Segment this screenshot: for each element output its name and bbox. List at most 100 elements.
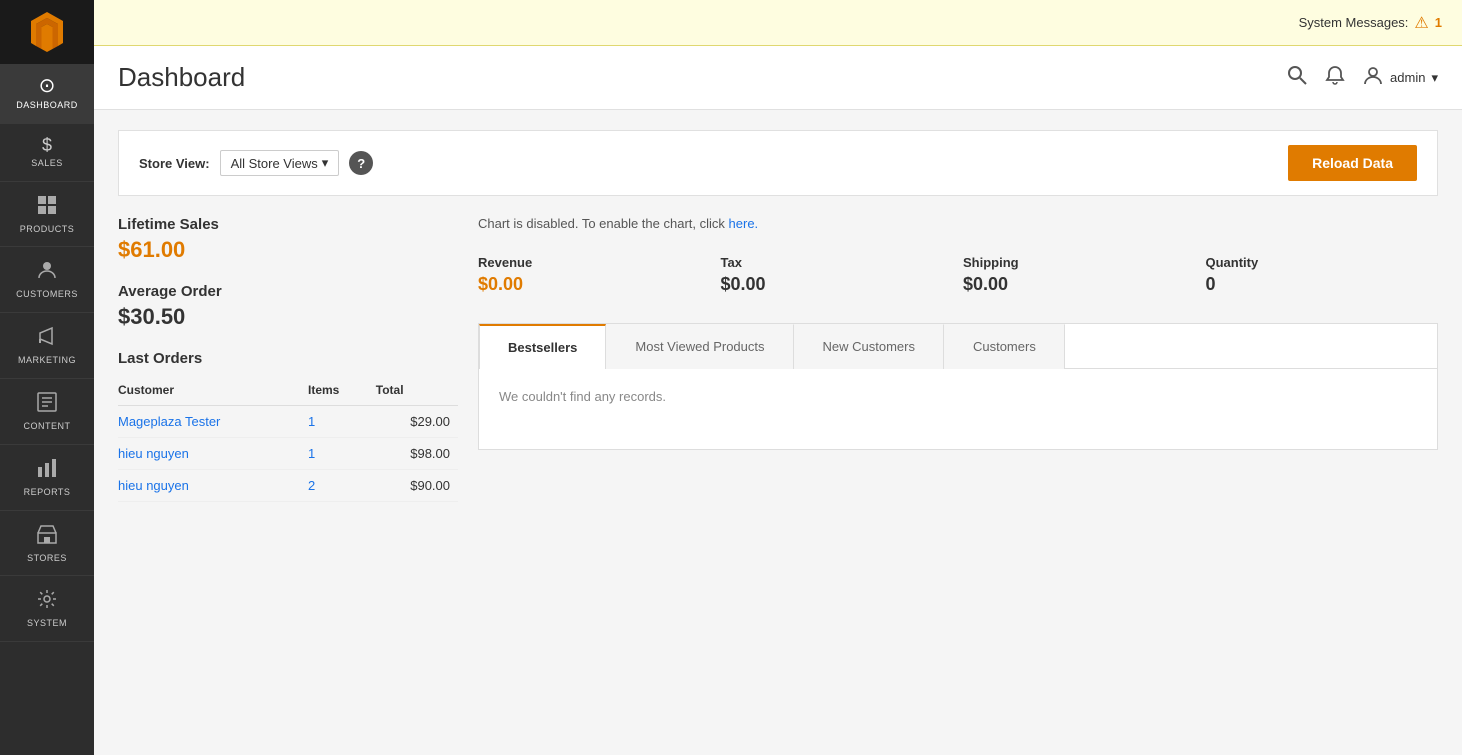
order-total: $29.00: [376, 406, 458, 438]
col-items: Items: [308, 379, 376, 406]
dashboard-icon: ⊙: [39, 76, 56, 96]
table-row: hieu nguyen 1 $98.00: [118, 438, 458, 470]
order-customer[interactable]: hieu nguyen: [118, 438, 308, 470]
lifetime-sales-block: Lifetime Sales $61.00: [118, 216, 458, 263]
tab-new-customers[interactable]: New Customers: [794, 324, 944, 369]
sidebar-item-system-label: SYSTEM: [27, 618, 67, 629]
order-total: $90.00: [376, 470, 458, 502]
customers-icon: [36, 259, 58, 285]
store-view-label: Store View:: [139, 156, 210, 171]
sidebar-item-reports[interactable]: REPORTS: [0, 445, 94, 511]
store-view-bar: Store View: All Store Views ▾ ? Reload D…: [118, 130, 1438, 196]
order-items[interactable]: 2: [308, 470, 376, 502]
average-order-label: Average Order: [118, 283, 458, 300]
tab-most-viewed[interactable]: Most Viewed Products: [606, 324, 793, 369]
sidebar-item-marketing-label: MARKETING: [18, 355, 76, 366]
tax-value: $0.00: [721, 274, 954, 295]
sidebar-item-products[interactable]: PRODUCTS: [0, 182, 94, 248]
last-orders-title: Last Orders: [118, 350, 458, 367]
last-orders-block: Last Orders Customer Items Total Magepla…: [118, 350, 458, 502]
revenue-stat: Revenue $0.00: [478, 247, 711, 303]
chart-enable-link[interactable]: here.: [729, 216, 759, 231]
quantity-label: Quantity: [1206, 255, 1439, 270]
system-message-label: System Messages:: [1299, 15, 1409, 30]
tabs-header: BestsellersMost Viewed ProductsNew Custo…: [479, 324, 1437, 369]
sidebar-item-dashboard-label: DASHBOARD: [16, 100, 78, 111]
sidebar-item-content-label: CONTENT: [24, 421, 71, 432]
sidebar-logo: [0, 0, 94, 64]
last-orders-table: Customer Items Total Mageplaza Tester 1 …: [118, 379, 458, 502]
chart-disabled-message: Chart is disabled. To enable the chart, …: [478, 216, 1438, 231]
lifetime-sales-value: $61.00: [118, 237, 458, 263]
sidebar-item-marketing[interactable]: MARKETING: [0, 313, 94, 379]
order-items[interactable]: 1: [308, 438, 376, 470]
tab-empty-message: We couldn't find any records.: [499, 389, 666, 404]
admin-dropdown-icon: ▾: [1431, 70, 1438, 86]
admin-user-menu[interactable]: admin ▾: [1362, 64, 1438, 91]
content-icon: [36, 391, 58, 417]
quantity-value: 0: [1206, 274, 1439, 295]
store-view-left: Store View: All Store Views ▾ ?: [139, 150, 373, 176]
page-title: Dashboard: [118, 62, 245, 93]
col-customer: Customer: [118, 379, 308, 406]
average-order-block: Average Order $30.50: [118, 283, 458, 330]
sidebar-item-products-label: PRODUCTS: [20, 224, 75, 235]
order-total: $98.00: [376, 438, 458, 470]
revenue-value: $0.00: [478, 274, 711, 295]
sidebar-item-sales-label: SALES: [31, 158, 63, 169]
tab-customers[interactable]: Customers: [944, 324, 1065, 369]
stats-row: Revenue $0.00 Tax $0.00 Shipping $0.00 Q…: [478, 247, 1438, 303]
tab-content: We couldn't find any records.: [479, 369, 1437, 449]
shipping-stat: Shipping $0.00: [963, 247, 1196, 303]
order-customer[interactable]: Mageplaza Tester: [118, 406, 308, 438]
sidebar-item-reports-label: REPORTS: [24, 487, 71, 498]
content-area: Store View: All Store Views ▾ ? Reload D…: [94, 110, 1462, 755]
reports-icon: [36, 457, 58, 483]
store-view-dropdown-icon: ▾: [322, 155, 329, 171]
help-icon[interactable]: ?: [349, 151, 373, 175]
store-view-select[interactable]: All Store Views ▾: [220, 150, 340, 176]
system-message-count[interactable]: 1: [1435, 15, 1442, 30]
sidebar-item-customers[interactable]: CUSTOMERS: [0, 247, 94, 313]
sidebar-item-content[interactable]: CONTENT: [0, 379, 94, 445]
main-area: System Messages: ⚠ 1 Dashboard admin ▾: [94, 0, 1462, 755]
tax-label: Tax: [721, 255, 954, 270]
tax-stat: Tax $0.00: [721, 247, 954, 303]
sidebar: ⊙ DASHBOARD $ SALES PRODUCTS CUSTOMERS M…: [0, 0, 94, 755]
admin-label: admin: [1390, 70, 1425, 85]
dashboard-grid: Lifetime Sales $61.00 Average Order $30.…: [118, 216, 1438, 502]
table-row: hieu nguyen 2 $90.00: [118, 470, 458, 502]
page-header: Dashboard admin ▾: [94, 46, 1462, 110]
reload-data-button[interactable]: Reload Data: [1288, 145, 1417, 181]
right-panel: Chart is disabled. To enable the chart, …: [478, 216, 1438, 502]
stores-icon: [36, 523, 58, 549]
notification-icon[interactable]: [1324, 64, 1346, 92]
chart-disabled-text: Chart is disabled. To enable the chart, …: [478, 216, 725, 231]
sidebar-item-stores-label: STORES: [27, 553, 67, 564]
average-order-value: $30.50: [118, 304, 458, 330]
marketing-icon: [36, 325, 58, 351]
system-message-content: System Messages: ⚠ 1: [1299, 13, 1442, 33]
header-actions: admin ▾: [1286, 64, 1438, 92]
revenue-label: Revenue: [478, 255, 711, 270]
system-icon: [36, 588, 58, 614]
sidebar-item-stores[interactable]: STORES: [0, 511, 94, 577]
tabs-container: BestsellersMost Viewed ProductsNew Custo…: [478, 323, 1438, 450]
lifetime-sales-label: Lifetime Sales: [118, 216, 458, 233]
quantity-stat: Quantity 0: [1206, 247, 1439, 303]
products-icon: [36, 194, 58, 220]
sales-icon: $: [42, 136, 52, 154]
tab-bestsellers[interactable]: Bestsellers: [479, 324, 606, 369]
left-panel: Lifetime Sales $61.00 Average Order $30.…: [118, 216, 458, 502]
col-total: Total: [376, 379, 458, 406]
user-avatar-icon: [1362, 64, 1384, 91]
search-icon[interactable]: [1286, 64, 1308, 92]
sidebar-item-system[interactable]: SYSTEM: [0, 576, 94, 642]
sidebar-item-dashboard[interactable]: ⊙ DASHBOARD: [0, 64, 94, 124]
store-view-selected: All Store Views: [231, 156, 318, 171]
order-items[interactable]: 1: [308, 406, 376, 438]
sidebar-item-sales[interactable]: $ SALES: [0, 124, 94, 182]
order-customer[interactable]: hieu nguyen: [118, 470, 308, 502]
shipping-label: Shipping: [963, 255, 1196, 270]
sidebar-item-customers-label: CUSTOMERS: [16, 289, 78, 300]
